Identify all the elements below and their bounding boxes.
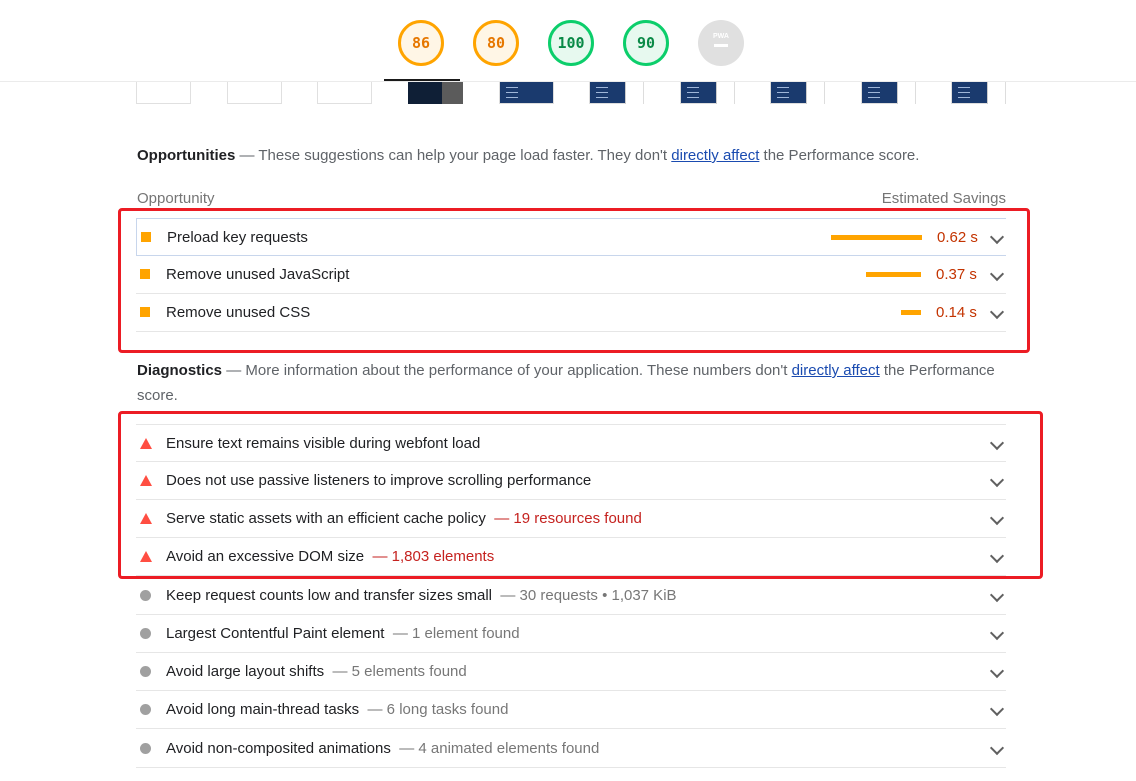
audit-title: Remove unused JavaScript <box>166 266 350 283</box>
directly-affect-link[interactable]: directly affect <box>792 362 880 379</box>
filmstrip-frame <box>499 82 554 104</box>
fail-triangle-icon <box>140 551 152 562</box>
audit-title: Remove unused CSS <box>166 304 311 321</box>
chevron-down-icon[interactable] <box>989 663 1005 679</box>
audit-display-value: — 19 resources found <box>494 510 642 527</box>
chevron-down-icon[interactable] <box>989 625 1005 641</box>
info-circle-icon <box>140 628 151 639</box>
audit-title: Avoid long main-thread tasks <box>166 701 360 718</box>
savings-bar <box>866 272 921 277</box>
audit-display-value: — 5 elements found <box>332 663 467 680</box>
filmstrip-frame <box>589 82 644 104</box>
active-tab-indicator <box>384 79 460 81</box>
chevron-down-icon[interactable] <box>989 548 1005 564</box>
filmstrip-frame <box>136 82 191 104</box>
audit-title: Ensure text remains visible during webfo… <box>166 435 481 452</box>
audit-display-value: — 4 animated elements found <box>399 740 600 757</box>
opportunities-title: Opportunities <box>137 147 236 164</box>
audit-non-composited-animations[interactable]: Avoid non-composited animations — 4 anim… <box>136 730 1006 768</box>
chevron-down-icon[interactable] <box>989 266 1005 282</box>
info-circle-icon <box>140 590 151 601</box>
audit-title: Does not use passive listeners to improv… <box>166 472 592 489</box>
pwa-badge[interactable]: PWA <box>698 20 744 66</box>
savings-value: 0.37 s <box>936 266 977 283</box>
audit-title: Avoid an excessive DOM size <box>166 548 365 565</box>
savings-value: 0.62 s <box>937 229 978 246</box>
info-circle-icon <box>140 743 151 754</box>
filmstrip-frame <box>680 82 735 104</box>
pwa-label: PWA <box>713 33 729 40</box>
score-gauge-accessibility[interactable]: 80 <box>473 20 519 66</box>
score-gauge-best-practices[interactable]: 100 <box>548 20 594 66</box>
info-circle-icon <box>140 704 151 715</box>
audit-font-display[interactable]: Ensure text remains visible during webfo… <box>136 424 1006 462</box>
filmstrip-frame <box>227 82 282 104</box>
audit-lcp-element[interactable]: Largest Contentful Paint element — 1 ele… <box>136 615 1006 653</box>
chevron-down-icon[interactable] <box>989 435 1005 451</box>
audit-display-value: — 6 long tasks found <box>367 701 509 718</box>
audit-remove-unused-javascript[interactable]: Remove unused JavaScript 0.37 s <box>136 256 1006 294</box>
filmstrip-frame <box>861 82 916 104</box>
chevron-down-icon[interactable] <box>989 510 1005 526</box>
audit-title: Preload key requests <box>167 229 308 246</box>
fail-triangle-icon <box>140 513 152 524</box>
score-header: 86 80 100 90 PWA <box>0 0 1136 82</box>
average-square-icon <box>140 307 150 317</box>
audit-resource-summary[interactable]: Keep request counts low and transfer siz… <box>136 577 1006 615</box>
chevron-down-icon[interactable] <box>989 472 1005 488</box>
diagnostics-header: Diagnostics — More information about the… <box>137 358 1007 408</box>
pwa-dash-icon <box>714 44 728 47</box>
opportunity-column-header: Opportunity <box>137 190 215 207</box>
score-value: 86 <box>411 34 431 52</box>
fail-triangle-icon <box>140 475 152 486</box>
info-circle-icon <box>140 666 151 677</box>
audit-title: Keep request counts low and transfer siz… <box>166 587 492 604</box>
score-value: 100 <box>557 34 585 52</box>
audit-layout-shifts[interactable]: Avoid large layout shifts — 5 elements f… <box>136 653 1006 691</box>
audit-title: Largest Contentful Paint element <box>166 625 385 642</box>
savings-bar <box>901 310 921 315</box>
score-value: 90 <box>636 34 656 52</box>
audit-remove-unused-css[interactable]: Remove unused CSS 0.14 s <box>136 294 1006 332</box>
audit-title: Avoid large layout shifts <box>166 663 325 680</box>
audit-title: Serve static assets with an efficient ca… <box>166 510 486 527</box>
savings-bar <box>831 235 922 240</box>
average-square-icon <box>141 232 151 242</box>
chevron-down-icon[interactable] <box>989 304 1005 320</box>
audit-dom-size[interactable]: Avoid an excessive DOM size — 1,803 elem… <box>136 538 1006 576</box>
score-gauge-performance[interactable]: 86 <box>398 20 444 66</box>
diagnostics-title: Diagnostics <box>137 362 223 379</box>
score-gauge-seo[interactable]: 90 <box>623 20 669 66</box>
chevron-down-icon[interactable] <box>989 740 1005 756</box>
chevron-down-icon[interactable] <box>989 229 1005 245</box>
filmstrip-frame <box>317 82 372 104</box>
opportunities-description: — These suggestions can help your page l… <box>235 147 672 164</box>
opportunities-description-end: the Performance score. <box>759 147 920 164</box>
audit-preload-key-requests[interactable]: Preload key requests 0.62 s <box>136 218 1006 256</box>
fail-triangle-icon <box>140 438 152 449</box>
filmstrip-frame <box>408 82 463 104</box>
audit-long-tasks[interactable]: Avoid long main-thread tasks — 6 long ta… <box>136 691 1006 729</box>
filmstrip-frame <box>770 82 825 104</box>
estimated-savings-column-header: Estimated Savings <box>881 190 1006 207</box>
filmstrip-frame <box>951 82 1006 104</box>
score-value: 80 <box>486 34 506 52</box>
opportunities-header: Opportunities — These suggestions can he… <box>137 143 1007 168</box>
chevron-down-icon[interactable] <box>989 701 1005 717</box>
audit-cache-policy[interactable]: Serve static assets with an efficient ca… <box>136 500 1006 538</box>
average-square-icon <box>140 269 150 279</box>
diagnostics-description: — More information about the performance… <box>222 362 792 379</box>
chevron-down-icon[interactable] <box>989 587 1005 603</box>
audit-display-value: — 30 requests • 1,037 KiB <box>500 587 677 604</box>
savings-value: 0.14 s <box>936 304 977 321</box>
directly-affect-link[interactable]: directly affect <box>671 147 759 164</box>
audit-display-value: — 1 element found <box>392 625 520 642</box>
audit-title: Avoid non-composited animations <box>166 740 391 757</box>
audit-display-value: — 1,803 elements <box>372 548 495 565</box>
audit-passive-listeners[interactable]: Does not use passive listeners to improv… <box>136 462 1006 500</box>
